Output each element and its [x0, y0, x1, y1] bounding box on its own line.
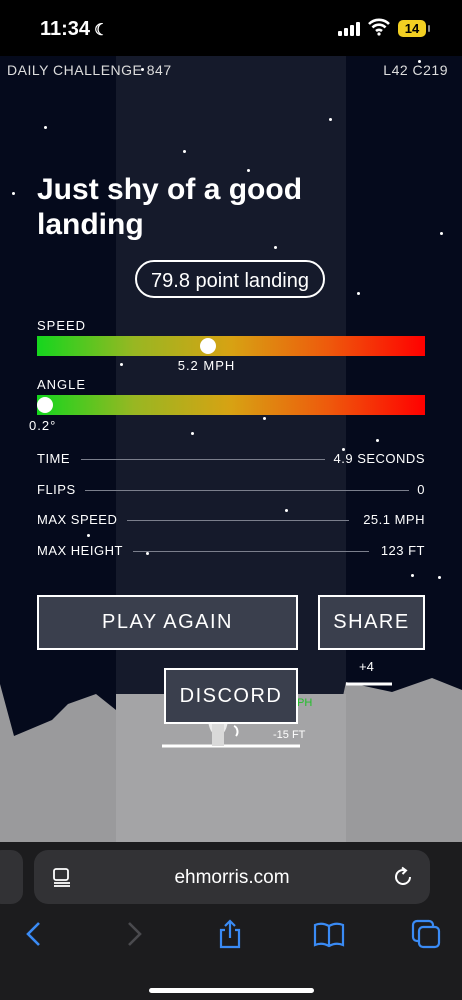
- url-text[interactable]: ehmorris.com: [34, 867, 430, 889]
- altitude-readout: -15 FT: [273, 729, 306, 741]
- angle-meter: [37, 395, 425, 415]
- play-again-button[interactable]: PLAY AGAIN: [37, 595, 298, 650]
- divider: [85, 490, 409, 491]
- share-button[interactable]: SHARE: [318, 595, 425, 650]
- battery-level: 14: [404, 21, 420, 36]
- angle-label: ANGLE: [37, 377, 87, 392]
- reload-icon[interactable]: [392, 866, 414, 888]
- battery-icon: 14: [398, 20, 430, 37]
- address-bar[interactable]: ehmorris.com: [34, 850, 430, 904]
- stat-label: FLIPS: [37, 482, 76, 497]
- cellular-signal-icon: [338, 22, 360, 36]
- stat-value: 4.9 SECONDS: [333, 451, 425, 466]
- share-icon[interactable]: [214, 918, 246, 950]
- time-text: 11:34: [40, 18, 91, 40]
- speed-hint: PH: [297, 697, 313, 709]
- stat-value: 25.1 MPH: [363, 512, 425, 527]
- stat-value: 0: [417, 482, 425, 497]
- home-indicator: [149, 988, 314, 993]
- previous-tab-preview[interactable]: [0, 850, 23, 904]
- stat-row: MAX HEIGHT 123 FT: [37, 543, 425, 559]
- discord-button[interactable]: DISCORD: [164, 668, 298, 724]
- angle-marker: [37, 397, 53, 413]
- back-icon[interactable]: [18, 918, 50, 950]
- points-badge: 79.8 point landing: [135, 260, 325, 298]
- forward-icon[interactable]: [118, 918, 150, 950]
- stat-label: MAX HEIGHT: [37, 543, 123, 558]
- status-time: 11:34 ☾: [40, 18, 108, 41]
- bonus-points: +4: [359, 659, 374, 674]
- divider: [127, 520, 349, 521]
- result-headline: Just shy of a good landing: [37, 173, 303, 241]
- tabs-icon[interactable]: [410, 918, 442, 950]
- wifi-icon: [368, 18, 390, 36]
- bookmarks-icon[interactable]: [313, 918, 345, 950]
- status-bar: 11:34 ☾ 14: [0, 0, 462, 56]
- stat-row: MAX SPEED 25.1 MPH: [37, 512, 425, 528]
- speed-value: 5.2 MPH: [177, 358, 236, 373]
- angle-value: 0.2°: [29, 418, 57, 433]
- stat-value: 123 FT: [380, 543, 425, 558]
- speed-label: SPEED: [37, 318, 87, 333]
- game-canvas[interactable]: DAILY CHALLENGE 847 L42 C219 +4 -15 FT P…: [0, 56, 462, 842]
- safari-toolbar: ehmorris.com: [0, 842, 462, 1000]
- speed-marker: [199, 338, 216, 354]
- divider: [81, 459, 325, 460]
- stat-row: TIME 4.9 SECONDS: [37, 451, 425, 467]
- moon-icon: ☾: [94, 22, 109, 39]
- divider: [133, 551, 369, 552]
- stat-label: TIME: [37, 451, 71, 466]
- speed-meter: [37, 336, 425, 356]
- stat-row: FLIPS 0: [37, 482, 425, 498]
- stat-label: MAX SPEED: [37, 512, 118, 527]
